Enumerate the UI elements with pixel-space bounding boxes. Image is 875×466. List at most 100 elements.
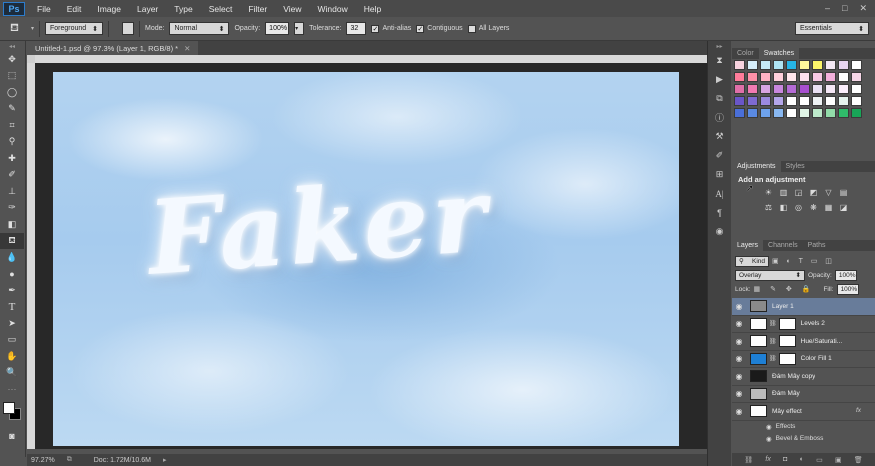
layer-row[interactable]: ◉ ⛓ Levels 2 xyxy=(732,316,875,333)
fx-badge[interactable]: fx xyxy=(856,407,861,414)
swatch[interactable] xyxy=(825,60,836,70)
foreground-color[interactable] xyxy=(3,401,15,414)
opacity-input[interactable]: 100% xyxy=(265,22,290,35)
swatch[interactable] xyxy=(851,108,862,118)
visibility-eye-icon[interactable]: ◉ xyxy=(732,407,746,416)
swatch[interactable] xyxy=(760,60,771,70)
menu-view[interactable]: View xyxy=(275,4,309,14)
paint-bucket-tool-icon[interactable]: ⛾ xyxy=(0,232,24,249)
quick-mask-icon[interactable]: ◙ xyxy=(0,428,24,445)
properties-panel-icon[interactable]: ◉ xyxy=(708,222,731,241)
move-tool-icon[interactable]: ✥ xyxy=(0,51,24,68)
brightness-icon[interactable]: ☀ xyxy=(762,186,775,199)
swatch[interactable] xyxy=(812,60,823,70)
layer-comps-icon[interactable]: ⧉ xyxy=(708,89,731,108)
tab-color[interactable]: Color xyxy=(732,48,759,59)
swatch[interactable] xyxy=(786,96,797,106)
swatch[interactable] xyxy=(838,72,849,82)
tab-adjustments[interactable]: Adjustments xyxy=(732,161,781,172)
swatch[interactable] xyxy=(747,60,758,70)
workspace-dropdown[interactable]: Essentials ⬍ xyxy=(795,22,869,35)
bw-icon[interactable]: ◧ xyxy=(777,201,790,214)
swatch[interactable] xyxy=(799,84,810,94)
zoom-level[interactable]: 97.27% xyxy=(31,457,55,464)
brush-panel-icon[interactable]: ✐ xyxy=(708,146,731,165)
swatch[interactable] xyxy=(747,108,758,118)
tool-preset-dropdown-icon[interactable]: ▾ xyxy=(31,25,34,32)
visibility-eye-icon[interactable]: ◉ xyxy=(732,354,746,363)
close-button[interactable]: ✕ xyxy=(859,3,867,14)
levels-icon[interactable]: ▥ xyxy=(777,186,790,199)
swatch[interactable] xyxy=(747,96,758,106)
eyedropper-tool-icon[interactable]: ⚲ xyxy=(0,134,24,151)
all-layers-option[interactable]: All Layers xyxy=(467,24,509,33)
swatch[interactable] xyxy=(773,108,784,118)
swatch[interactable] xyxy=(838,96,849,106)
tab-swatches[interactable]: Swatches xyxy=(758,48,800,59)
effect-eye-icon[interactable]: ◉ xyxy=(766,435,772,443)
menu-select[interactable]: Select xyxy=(201,4,241,14)
swatch[interactable] xyxy=(838,60,849,70)
minimize-button[interactable]: – xyxy=(825,3,830,14)
document-tab[interactable]: Untitled-1.psd @ 97.3% (Layer 1, RGB/8) … xyxy=(27,41,199,55)
layer-row[interactable]: ◉ ⛓ Hue/Saturati... xyxy=(732,333,875,351)
contiguous-option[interactable]: ✓ Contiguous xyxy=(416,24,463,33)
clone-source-icon[interactable]: ⊞ xyxy=(708,165,731,184)
swatch[interactable] xyxy=(812,84,823,94)
color-lookup-icon[interactable]: ▦ xyxy=(822,201,835,214)
swatch[interactable] xyxy=(773,60,784,70)
swatch[interactable] xyxy=(825,108,836,118)
swatch[interactable] xyxy=(786,72,797,82)
swatch[interactable] xyxy=(786,84,797,94)
swatch[interactable] xyxy=(825,96,836,106)
swatch[interactable] xyxy=(838,108,849,118)
visibility-eye-icon[interactable]: ◉ xyxy=(732,337,746,346)
dock-collapse-icon[interactable]: ▸▸ xyxy=(708,41,731,51)
horizontal-ruler[interactable] xyxy=(35,55,707,63)
blend-mode-dropdown[interactable]: Overlay ⬍ xyxy=(735,269,805,281)
kind-filter-dropdown[interactable]: ⚲ Kind xyxy=(735,255,769,267)
crop-tool-icon[interactable]: ⌗ xyxy=(0,117,24,134)
visibility-eye-icon[interactable]: ◉ xyxy=(732,372,746,381)
dodge-tool-icon[interactable]: ● xyxy=(0,266,24,283)
new-layer-icon[interactable]: ▣ xyxy=(835,456,842,464)
layer-row[interactable]: ◉ Layer 1 xyxy=(732,298,875,316)
swatch[interactable] xyxy=(851,96,862,106)
status-arrow-icon[interactable]: ▸ xyxy=(163,456,167,464)
paragraph-panel-icon[interactable]: ¶ xyxy=(708,203,731,222)
effects-eye-icon[interactable]: ◉ xyxy=(766,423,772,431)
swatch[interactable] xyxy=(799,72,810,82)
type-tool-icon[interactable]: T xyxy=(0,299,24,316)
channel-mixer-icon[interactable]: ❋ xyxy=(807,201,820,214)
pattern-picker[interactable] xyxy=(122,22,135,35)
layer-opacity-input[interactable]: 100% xyxy=(834,269,857,281)
export-icon[interactable]: ⧉ xyxy=(67,456,72,464)
hand-tool-icon[interactable]: ✋ xyxy=(0,348,24,365)
eraser-tool-icon[interactable]: ◧ xyxy=(0,216,24,233)
filter-icons[interactable]: ▣ ◐ T ▭ ◫ xyxy=(772,257,835,265)
history-brush-tool-icon[interactable]: ✑ xyxy=(0,200,24,217)
menu-layer[interactable]: Layer xyxy=(129,4,166,14)
all-layers-checkbox[interactable] xyxy=(467,24,476,33)
menu-filter[interactable]: Filter xyxy=(240,4,275,14)
panel-collapse-icon[interactable]: ◂◂ xyxy=(0,41,24,51)
anti-alias-checkbox[interactable]: ✓ xyxy=(371,24,380,33)
zoom-tool-icon[interactable]: 🔍 xyxy=(0,365,24,382)
swatch[interactable] xyxy=(799,60,810,70)
vertical-ruler[interactable] xyxy=(27,63,35,449)
layer-row[interactable]: ◉ Đám Mây copy xyxy=(732,368,875,386)
character-panel-icon[interactable]: A| xyxy=(708,184,731,203)
history-panel-icon[interactable]: ⧗ xyxy=(708,51,731,70)
healing-brush-tool-icon[interactable]: ✚ xyxy=(0,150,24,167)
swatch[interactable] xyxy=(773,96,784,106)
tool-presets-icon[interactable]: ⚒ xyxy=(708,127,731,146)
tab-channels[interactable]: Channels xyxy=(763,240,803,251)
menu-window[interactable]: Window xyxy=(309,4,355,14)
tolerance-input[interactable]: 32 xyxy=(346,22,367,35)
tab-paths[interactable]: Paths xyxy=(803,240,831,251)
anti-alias-option[interactable]: ✓ Anti-alias xyxy=(371,24,411,33)
menu-type[interactable]: Type xyxy=(166,4,200,14)
layer-row[interactable]: ◉ Mây effect fx xyxy=(732,403,875,421)
lasso-tool-icon[interactable]: ◯ xyxy=(0,84,24,101)
swatch[interactable] xyxy=(799,108,810,118)
